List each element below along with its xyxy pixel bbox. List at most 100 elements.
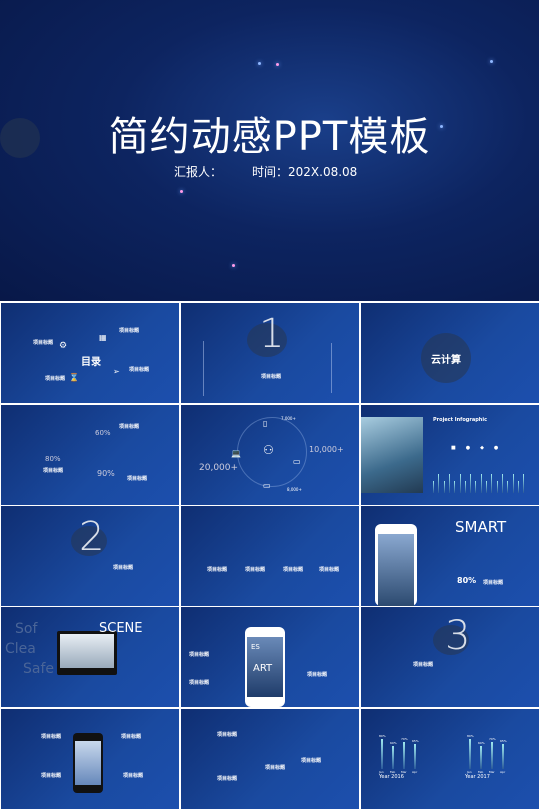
star-dot bbox=[232, 264, 235, 267]
bar bbox=[469, 738, 471, 769]
art-label: 项目标题 bbox=[189, 680, 210, 686]
slide-cloud[interactable]: 云计算 bbox=[361, 303, 539, 403]
decor-bar bbox=[438, 474, 440, 493]
section-number: 2 bbox=[79, 514, 105, 560]
bar-value: 80% bbox=[467, 733, 474, 738]
decor-bar bbox=[496, 481, 498, 493]
item-title: 项目标题 bbox=[207, 567, 228, 573]
decor-bar bbox=[475, 481, 477, 493]
slide-scene[interactable]: Sof Clea Safe SCENE bbox=[1, 607, 179, 707]
slide-stats[interactable]: 7,000+ 10,000+ 20,000+ 8,000+ ⚇ ▯ 💻 ▭ ▭ bbox=[181, 405, 359, 505]
bar bbox=[392, 746, 394, 769]
cloud-title: 云计算 bbox=[431, 355, 461, 366]
smart-value: 80% bbox=[457, 576, 477, 585]
decor-bar bbox=[433, 481, 434, 493]
stat-value: 10,000+ bbox=[309, 445, 344, 454]
slide-phone[interactable]: 项目标题 项目标题 项目标题 项目标题 bbox=[1, 709, 179, 809]
timeline-label: 项目标题 bbox=[265, 765, 286, 771]
phone-icon: ▯ bbox=[263, 419, 268, 428]
phone-label: 项目标题 bbox=[123, 773, 144, 779]
stat-value: 7,000+ bbox=[281, 416, 296, 421]
bar-value: 60% bbox=[478, 741, 485, 746]
year-label: Year 2016 bbox=[379, 774, 404, 780]
decor-bar bbox=[448, 474, 450, 493]
slide-art[interactable]: ES ART 项目标题 项目标题 项目标题 bbox=[181, 607, 359, 707]
percent-value: 80% bbox=[45, 455, 61, 463]
decor-bar bbox=[491, 474, 493, 493]
decor-bar bbox=[470, 474, 472, 493]
decor-bar bbox=[517, 481, 519, 493]
reporter-label: 汇报人： bbox=[174, 165, 223, 179]
timeline-label: 项目标题 bbox=[217, 732, 238, 738]
bar-value: 80% bbox=[379, 733, 386, 738]
toc-item: 项目标题 bbox=[129, 367, 150, 373]
title-slide[interactable]: 简约动感PPT模板 汇报人： 时间：202X.08.08 bbox=[0, 0, 539, 301]
social-icons: ■●◆● bbox=[451, 445, 509, 451]
section-title: 项目标题 bbox=[261, 374, 282, 380]
smart-title: SMART bbox=[455, 518, 507, 536]
month-label: Feb bbox=[478, 770, 484, 774]
item-title: 项目标题 bbox=[283, 567, 304, 573]
percent-label: 项目标题 bbox=[127, 476, 148, 482]
slide-toc[interactable]: 目录 项目标题 项目标题 项目标题 项目标题 ⚙ ⌛ ▦ ➢ bbox=[1, 303, 179, 403]
slide-smart[interactable]: SMART 80% 项目标题 bbox=[361, 506, 539, 606]
bar-value: 65% bbox=[500, 739, 507, 744]
item-title: 项目标题 bbox=[245, 567, 266, 573]
slide-section-2[interactable]: 2 项目标题 bbox=[1, 506, 179, 606]
phone-label: 项目标题 bbox=[41, 773, 62, 779]
line-decor bbox=[331, 343, 332, 393]
star-dot bbox=[276, 63, 279, 66]
slide-section-1[interactable]: 1 项目标题 bbox=[181, 303, 359, 403]
bar-value: 70% bbox=[401, 737, 408, 742]
bar bbox=[403, 742, 405, 769]
slide-timeline[interactable]: 项目标题 项目标题 项目标题 项目标题 bbox=[181, 709, 359, 809]
toc-item: 项目标题 bbox=[45, 376, 66, 382]
toc-title: 目录 bbox=[81, 357, 101, 368]
slide-percent[interactable]: 60% 80% 90% 项目标题 项目标题 项目标题 bbox=[1, 405, 179, 505]
date-label: 时间：202X.08.08 bbox=[252, 165, 358, 179]
bar bbox=[480, 746, 482, 769]
phone-label: 项目标题 bbox=[41, 734, 62, 740]
monitor-mockup bbox=[57, 631, 117, 675]
star-dot bbox=[258, 62, 261, 65]
percent-label: 项目标题 bbox=[43, 468, 64, 474]
section-number: 1 bbox=[259, 311, 285, 357]
decor-bar bbox=[501, 474, 503, 493]
hand-devices-icon: ⚇ bbox=[263, 443, 274, 457]
art-word: ES bbox=[251, 643, 260, 651]
slide-bar-chart[interactable]: Year 2016 Year 2017 80% Jan 60% Feb 70% Mar 65… bbox=[361, 709, 539, 809]
art-word: ART bbox=[253, 663, 273, 674]
scene-title: SCENE bbox=[99, 621, 143, 636]
building-photo bbox=[361, 417, 423, 493]
slide-infographic[interactable]: Project Infographic ■●◆● bbox=[361, 405, 539, 505]
stat-value: 20,000+ bbox=[199, 463, 239, 473]
percent-value: 90% bbox=[97, 469, 115, 478]
month-label: Jan bbox=[379, 770, 384, 774]
slide-four-items[interactable]: 项目标题 项目标题 项目标题 项目标题 bbox=[181, 506, 359, 606]
toc-item: 项目标题 bbox=[33, 340, 54, 346]
decor-bar bbox=[486, 481, 487, 493]
chart-icon: ▦ bbox=[99, 333, 107, 342]
hourglass-icon: ⌛ bbox=[69, 373, 79, 382]
hand-photo bbox=[75, 741, 101, 785]
slide-section-3[interactable]: 3 项目标题 bbox=[361, 607, 539, 707]
year-label: Year 2017 bbox=[465, 774, 490, 780]
bar-value: 65% bbox=[412, 739, 419, 744]
month-label: Feb bbox=[390, 770, 396, 774]
month-label: Jan bbox=[467, 770, 472, 774]
decor-bar bbox=[480, 474, 482, 493]
bar-value: 70% bbox=[489, 737, 496, 742]
bar bbox=[491, 742, 493, 769]
decor-bar bbox=[443, 481, 445, 493]
decor-bar bbox=[507, 481, 509, 493]
laptop-icon: 💻 bbox=[231, 449, 241, 458]
month-label: Apr bbox=[412, 770, 418, 774]
handshake-photo bbox=[378, 534, 414, 606]
stat-value: 8,000+ bbox=[287, 487, 302, 492]
star-dot bbox=[490, 60, 493, 63]
month-label: Mar bbox=[489, 770, 495, 774]
infographic-title: Project Infographic bbox=[433, 417, 488, 423]
decor-bar bbox=[459, 474, 461, 493]
line-decor bbox=[203, 341, 204, 396]
smart-label: 项目标题 bbox=[483, 580, 504, 586]
